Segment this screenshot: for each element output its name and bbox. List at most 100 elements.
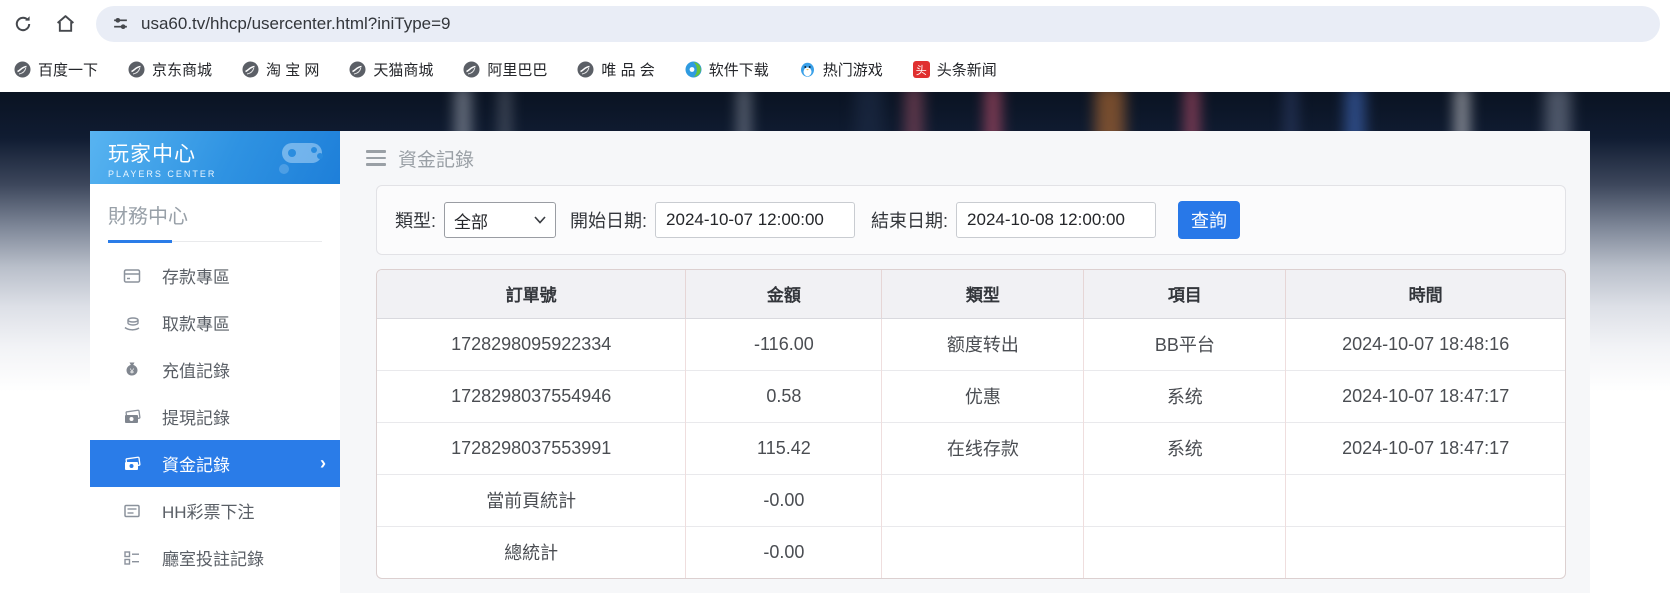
cell-item: 系统 [1084,370,1286,422]
bookmark-jd[interactable]: 京东商城 [128,59,212,80]
reload-icon [13,14,33,34]
chevron-right-icon: › [320,453,326,474]
globe-icon [463,61,480,78]
sidebar-item-funds-record[interactable]: 資金記錄 › [90,440,340,487]
cell-order-no: 1728298037554946 [377,370,686,422]
cell-amount: 0.58 [686,370,882,422]
url-text: usa60.tv/hhcp/usercenter.html?iniType=9 [141,14,451,34]
cell-type: 优惠 [882,370,1084,422]
end-date-label: 結束日期: [871,207,948,233]
game-icon [799,61,816,78]
home-icon [55,13,76,34]
gamepad-icon [274,137,330,177]
sidebar-item-hall-bet-record[interactable]: 廳室投註記錄 [90,534,340,581]
table-row-page-total: 當前頁統計 -0.00 [377,474,1565,526]
table-row: 1728298037553991 115.42 在线存款 系统 2024-10-… [377,422,1565,474]
cell-item: BB平台 [1084,318,1286,370]
sidebar-item-withdraw-zone[interactable]: 取款專區 [90,299,340,346]
cell-item [1084,474,1286,526]
cell-type: 在线存款 [882,422,1084,474]
sidebar-item-cashout-record[interactable]: 提現記錄 [90,393,340,440]
header-type: 類型 [882,270,1084,318]
hall-icon [122,548,142,568]
bookmark-taobao[interactable]: 淘 宝 网 [242,59,319,80]
sidebar-item-label: 取款專區 [162,310,230,335]
end-date-input[interactable] [956,202,1156,238]
sidebar-item-label: 充值記錄 [162,357,230,382]
type-select[interactable]: 全部 [444,202,556,238]
cell-item [1084,526,1286,578]
browser-toolbar: usa60.tv/hhcp/usercenter.html?iniType=9 [0,0,1670,47]
cell-label: 當前頁統計 [377,474,686,526]
sidebar-header: 玩家中心 PLAYERS CENTER [90,131,340,184]
table-row-grand-total: 總統計 -0.00 [377,526,1565,578]
start-date-input[interactable] [655,202,855,238]
sidebar-item-label: 提現記錄 [162,404,230,429]
funds-icon [122,454,142,474]
bookmark-toutiao-news[interactable]: 头 头条新闻 [913,59,997,80]
table-row: 1728298037554946 0.58 优惠 系统 2024-10-07 1… [377,370,1565,422]
cell-amount: -0.00 [686,526,882,578]
header-order-no: 訂單號 [377,270,686,318]
cell-time: 2024-10-07 18:47:17 [1286,370,1565,422]
bookmark-vip[interactable]: 唯 品 会 [577,59,654,80]
section-underline [108,241,322,242]
cell-amount: -0.00 [686,474,882,526]
header-time: 時間 [1286,270,1565,318]
cell-order-no: 1728298095922334 [377,318,686,370]
sidebar-item-recharge-record[interactable]: ¥ 充值記錄 [90,346,340,393]
sidebar-item-label: 資金記錄 [162,451,230,476]
search-button[interactable]: 查詢 [1178,201,1240,239]
bookmark-baidu[interactable]: 百度一下 [14,59,98,80]
type-select-value: 全部 [454,208,488,233]
withdraw-icon [122,313,142,333]
main-panel: 資金記錄 類型: 全部 開始日期: 結束日期: 查詢 訂單號 金額 類型 [340,131,1590,593]
bookmark-hot-games[interactable]: 热门游戏 [799,59,883,80]
tune-icon[interactable] [112,15,129,32]
bookmarks-bar: 百度一下 京东商城 淘 宝 网 天猫商城 阿里巴巴 唯 品 会 软件下载 热门游… [0,47,1670,92]
sidebar-item-label: HH彩票下注 [162,498,255,523]
header-amount: 金額 [686,270,882,318]
globe-icon [242,61,259,78]
reload-button[interactable] [6,7,40,41]
cell-item: 系统 [1084,422,1286,474]
header-item: 項目 [1084,270,1286,318]
url-bar[interactable]: usa60.tv/hhcp/usercenter.html?iniType=9 [96,6,1660,42]
globe-icon [128,61,145,78]
table-row: 1728298095922334 -116.00 额度转出 BB平台 2024-… [377,318,1565,370]
sidebar-item-deposit-zone[interactable]: 存款專區 [90,252,340,299]
recharge-icon: ¥ [122,360,142,380]
chevron-down-icon [534,216,546,224]
cashout-icon [122,407,142,427]
finance-center-section: 財務中心 [90,184,340,252]
cell-type [882,474,1084,526]
cell-type [882,526,1084,578]
sidebar-menu: 存款專區 取款專區 ¥ 充值記錄 提現記錄 資金記錄 › HH彩票下注 [90,252,340,581]
cell-label: 總統計 [377,526,686,578]
cell-time: 2024-10-07 18:47:17 [1286,422,1565,474]
bookmark-software-download[interactable]: 软件下载 [685,59,769,80]
page-title: 資金記錄 [398,145,474,172]
page-content: 玩家中心 PLAYERS CENTER 財務中心 存款專區 取款專區 ¥ [0,92,1670,593]
start-date-label: 開始日期: [570,207,647,233]
finance-center-label: 財務中心 [108,200,322,229]
sidebar: 玩家中心 PLAYERS CENTER 財務中心 存款專區 取款專區 ¥ [90,131,340,593]
bookmark-alibaba[interactable]: 阿里巴巴 [463,59,547,80]
cell-amount: -116.00 [686,318,882,370]
globe-icon [14,61,31,78]
filter-bar: 類型: 全部 開始日期: 結束日期: 查詢 [376,185,1566,255]
deposit-icon [122,266,142,286]
content-header: 資金記錄 [340,131,1590,171]
home-button[interactable] [48,7,82,41]
lottery-icon [122,501,142,521]
software-icon [685,61,702,78]
news-icon: 头 [913,61,930,78]
sidebar-item-hh-lottery-bets[interactable]: HH彩票下注 [90,487,340,534]
globe-icon [349,61,366,78]
bookmark-tmall[interactable]: 天猫商城 [349,59,433,80]
cell-order-no: 1728298037553991 [377,422,686,474]
sidebar-item-label: 存款專區 [162,263,230,288]
cell-time [1286,526,1565,578]
type-label: 類型: [395,207,436,233]
menu-toggle-icon[interactable] [366,150,386,166]
